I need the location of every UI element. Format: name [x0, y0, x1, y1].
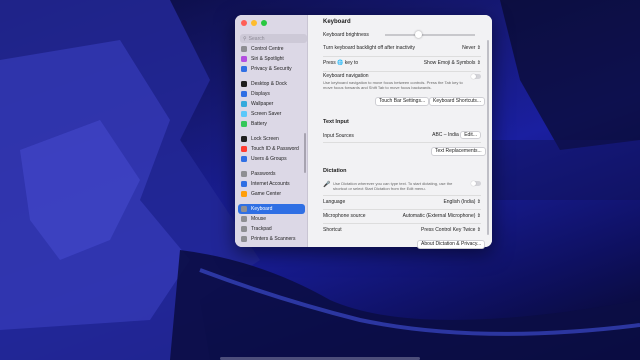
keyboard-shortcuts-button[interactable]: Keyboard Shortcuts...: [429, 97, 486, 106]
dictation-toggle[interactable]: [471, 181, 481, 186]
shortcut-row: Shortcut Press Control Key Twice ⇕: [323, 227, 481, 233]
keyboard-navigation-label: Keyboard navigation: [323, 73, 369, 79]
chevron-updown-icon: ⇕: [476, 60, 481, 66]
input-sources-row: Input Sources ABC – India Edit...: [323, 131, 481, 139]
press-key-row: Press 🌐 key to Show Emoji & Symbols ⇕: [323, 60, 481, 66]
chevron-updown-icon: ⇕: [476, 227, 481, 233]
microphone-select[interactable]: Automatic (External Microphone) ⇕: [403, 213, 481, 219]
backlight-select[interactable]: Never ⇕: [462, 45, 481, 51]
globe-icon: 🌐: [337, 60, 344, 66]
text-input-heading: Text Input: [323, 119, 349, 125]
microphone-row: Microphone source Automatic (External Mi…: [323, 213, 481, 219]
dictation-heading: Dictation: [323, 168, 347, 174]
backlight-row: Turn keyboard backlight off after inacti…: [323, 45, 481, 51]
language-row: Language English (India) ⇕: [323, 199, 481, 205]
dictation-description: Use Dictation wherever you can type text…: [333, 181, 453, 191]
chevron-updown-icon: ⇕: [476, 45, 481, 51]
keyboard-navigation-toggle[interactable]: [471, 74, 481, 79]
press-key-select[interactable]: Show Emoji & Symbols ⇕: [424, 60, 481, 66]
chevron-updown-icon: ⇕: [476, 213, 481, 219]
content-scrollbar[interactable]: [487, 40, 489, 235]
page-title: Keyboard: [323, 19, 351, 25]
about-dictation-button[interactable]: About Dictation & Privacy...: [417, 240, 486, 249]
chevron-updown-icon: ⇕: [476, 199, 481, 205]
brightness-label: Keyboard brightness: [323, 32, 369, 38]
keyboard-navigation-description: Use keyboard navigation to move focus be…: [323, 80, 463, 90]
input-sources-edit-button[interactable]: Edit...: [460, 131, 481, 139]
text-replacements-button[interactable]: Text Replacements...: [431, 147, 486, 156]
content-area: Keyboard Keyboard brightness Turn keyboa…: [235, 15, 492, 249]
touch-bar-settings-button[interactable]: Touch Bar Settings...: [375, 97, 430, 106]
shortcut-select[interactable]: Press Control Key Twice ⇕: [421, 227, 481, 233]
brightness-slider-knob[interactable]: [415, 31, 422, 38]
brightness-slider-track[interactable]: [385, 34, 475, 36]
language-select[interactable]: English (India) ⇕: [443, 199, 481, 205]
microphone-icon: 🎤: [323, 182, 331, 188]
